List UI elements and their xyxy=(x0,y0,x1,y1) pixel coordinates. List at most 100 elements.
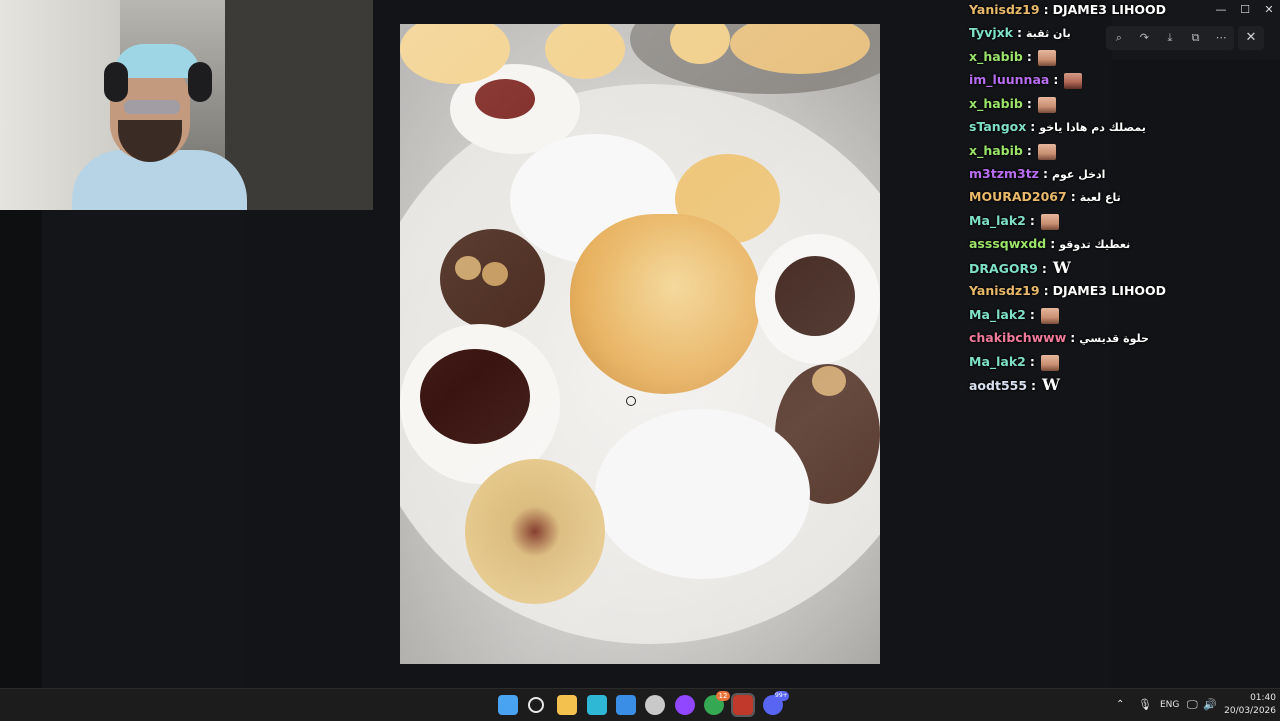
zoom-cursor-icon xyxy=(626,396,636,406)
face-emote-icon xyxy=(1040,213,1059,230)
server-rail xyxy=(0,210,42,688)
open-external-icon[interactable]: ⧉ xyxy=(1189,31,1203,45)
face-emote-icon xyxy=(1037,49,1056,66)
network-icon[interactable]: 🖵 xyxy=(1187,698,1198,712)
chat-separator: : xyxy=(1070,330,1076,345)
chat-message: aodt555: W xyxy=(969,375,1060,395)
chat-username[interactable]: m3tzm3tz xyxy=(969,166,1039,181)
store-icon[interactable] xyxy=(616,695,636,715)
chat-separator: : xyxy=(1043,283,1049,298)
chat-message: Ma_lak2: xyxy=(969,211,1059,231)
w-emote-icon: W xyxy=(1052,258,1071,277)
chat-message: im_luunnaa: xyxy=(969,70,1083,90)
chat-separator: : xyxy=(1017,25,1023,40)
chat-message: Tyvjxk: بان ثقبة xyxy=(969,23,1071,43)
channel-list xyxy=(42,210,242,688)
chat-message: Ma_lak2: xyxy=(969,305,1059,325)
zoom-icon[interactable]: ⌕ xyxy=(1112,31,1126,45)
chat-username[interactable]: Ma_lak2 xyxy=(969,307,1026,322)
chat-username[interactable]: im_luunnaa xyxy=(969,72,1049,87)
chat-username[interactable]: asssqwxdd xyxy=(969,236,1046,251)
download-icon[interactable]: ⤓ xyxy=(1163,31,1177,45)
chrome-notification-badge: 12 xyxy=(716,691,730,701)
face-emote-icon xyxy=(1037,143,1056,160)
chat-separator: : xyxy=(1050,236,1056,251)
twitch-icon[interactable] xyxy=(675,695,695,715)
forward-icon[interactable]: ↷ xyxy=(1137,31,1151,45)
chat-separator: : xyxy=(1070,189,1076,204)
chat-separator: : xyxy=(1030,119,1036,134)
chat-separator: : xyxy=(1029,354,1035,369)
chat-message: chakibchwww: حلوة قديسي xyxy=(969,328,1149,348)
volume-icon[interactable]: 🔊 xyxy=(1203,698,1217,711)
more-icon[interactable]: ⋯ xyxy=(1214,31,1228,45)
tray-overflow-icon[interactable]: ⌃ xyxy=(1116,699,1124,710)
window-close-button[interactable]: ✕ xyxy=(1258,2,1280,18)
w-emote-icon: W xyxy=(1042,375,1061,394)
chat-username[interactable]: Tyvjxk xyxy=(969,25,1013,40)
chat-message-text: تاع لعبة xyxy=(1079,191,1121,204)
chat-username[interactable]: Yanisdz19 xyxy=(969,283,1040,298)
chat-message-text: ادخل عوم xyxy=(1051,168,1106,181)
chat-separator: : xyxy=(1042,166,1048,181)
chat-message: MOURAD2067: تاع لعبة xyxy=(969,187,1121,207)
chat-username[interactable]: aodt555 xyxy=(969,378,1027,393)
viewer-toolbar: ⌕ ↷ ⤓ ⧉ ⋯ xyxy=(1106,26,1234,50)
chat-separator: : xyxy=(1029,213,1035,228)
chat-message: Ma_lak2: xyxy=(969,352,1059,372)
chat-separator: : xyxy=(1053,72,1059,87)
chat-username[interactable]: x_habib xyxy=(969,49,1023,64)
chat-separator: : xyxy=(1026,96,1032,111)
microphone-icon[interactable]: 🎙 xyxy=(1138,698,1152,711)
chat-username[interactable]: chakibchwww xyxy=(969,330,1066,345)
chat-username[interactable]: Ma_lak2 xyxy=(969,213,1026,228)
chat-separator: : xyxy=(1041,261,1047,276)
chat-separator: : xyxy=(1029,307,1035,322)
chat-separator: : xyxy=(1043,2,1049,17)
clock-date[interactable]: 20/03/2026 xyxy=(1220,706,1276,716)
app-icon[interactable] xyxy=(645,695,665,715)
file-explorer-icon[interactable] xyxy=(557,695,577,715)
search-icon[interactable] xyxy=(528,697,544,713)
minimize-button[interactable]: — xyxy=(1210,2,1232,18)
chat-message: x_habib: xyxy=(969,47,1056,67)
chat-username[interactable]: Ma_lak2 xyxy=(969,354,1026,369)
chat-message-text: حلوة قديسي xyxy=(1079,332,1149,345)
chat-username[interactable]: MOURAD2067 xyxy=(969,189,1067,204)
discord-notification-badge: 99+ xyxy=(774,691,789,701)
chat-separator: : xyxy=(1031,378,1037,393)
chat-username[interactable]: Yanisdz19 xyxy=(969,2,1040,17)
chat-message: asssqwxdd: نعطيك تدوقو xyxy=(969,234,1130,254)
chat-message: Yanisdz19: DJAME3 LIHOOD xyxy=(969,281,1166,301)
chat-username[interactable]: x_habib xyxy=(969,143,1023,158)
media-player-icon[interactable] xyxy=(731,693,755,717)
chat-message-text: نعطيك تدوقو xyxy=(1059,238,1131,251)
face-emote-icon xyxy=(1040,307,1059,324)
face-emote-2-icon xyxy=(1064,72,1083,89)
maximize-button[interactable]: ☐ xyxy=(1234,2,1256,18)
start-icon[interactable] xyxy=(498,695,518,715)
webcam-feed xyxy=(0,0,373,210)
chat-message: x_habib: xyxy=(969,141,1056,161)
chat-message: x_habib: xyxy=(969,94,1056,114)
taskbar: 12 99+ ⌃ 🎙 ENG 🖵 🔊 01:40 20/03/2026 xyxy=(0,688,1280,721)
chat-username[interactable]: x_habib xyxy=(969,96,1023,111)
viewer-close-button[interactable]: ✕ xyxy=(1238,26,1264,50)
chat-message: Yanisdz19: DJAME3 LIHOOD xyxy=(969,0,1166,20)
chat-message: m3tzm3tz: ادخل عوم xyxy=(969,164,1105,184)
face-emote-icon xyxy=(1040,354,1059,371)
edge-icon[interactable] xyxy=(587,695,607,715)
member-list xyxy=(1110,60,1280,688)
chat-message-text: DJAME3 LIHOOD xyxy=(1052,2,1167,17)
clock-time[interactable]: 01:40 xyxy=(1226,693,1276,703)
chat-message: DRAGOR9: W xyxy=(969,258,1071,278)
chat-separator: : xyxy=(1026,49,1032,64)
chat-username[interactable]: sTangox xyxy=(969,119,1026,134)
language-indicator[interactable]: ENG xyxy=(1160,700,1179,710)
chat-message-text: DJAME3 LIHOOD xyxy=(1052,283,1167,298)
face-emote-icon xyxy=(1037,96,1056,113)
chat-message-text: يمصلك دم هادا ياخو xyxy=(1039,121,1146,134)
viewer-image[interactable] xyxy=(400,24,880,664)
chat-message: sTangox: يمصلك دم هادا ياخو xyxy=(969,117,1146,137)
chat-username[interactable]: DRAGOR9 xyxy=(969,261,1038,276)
